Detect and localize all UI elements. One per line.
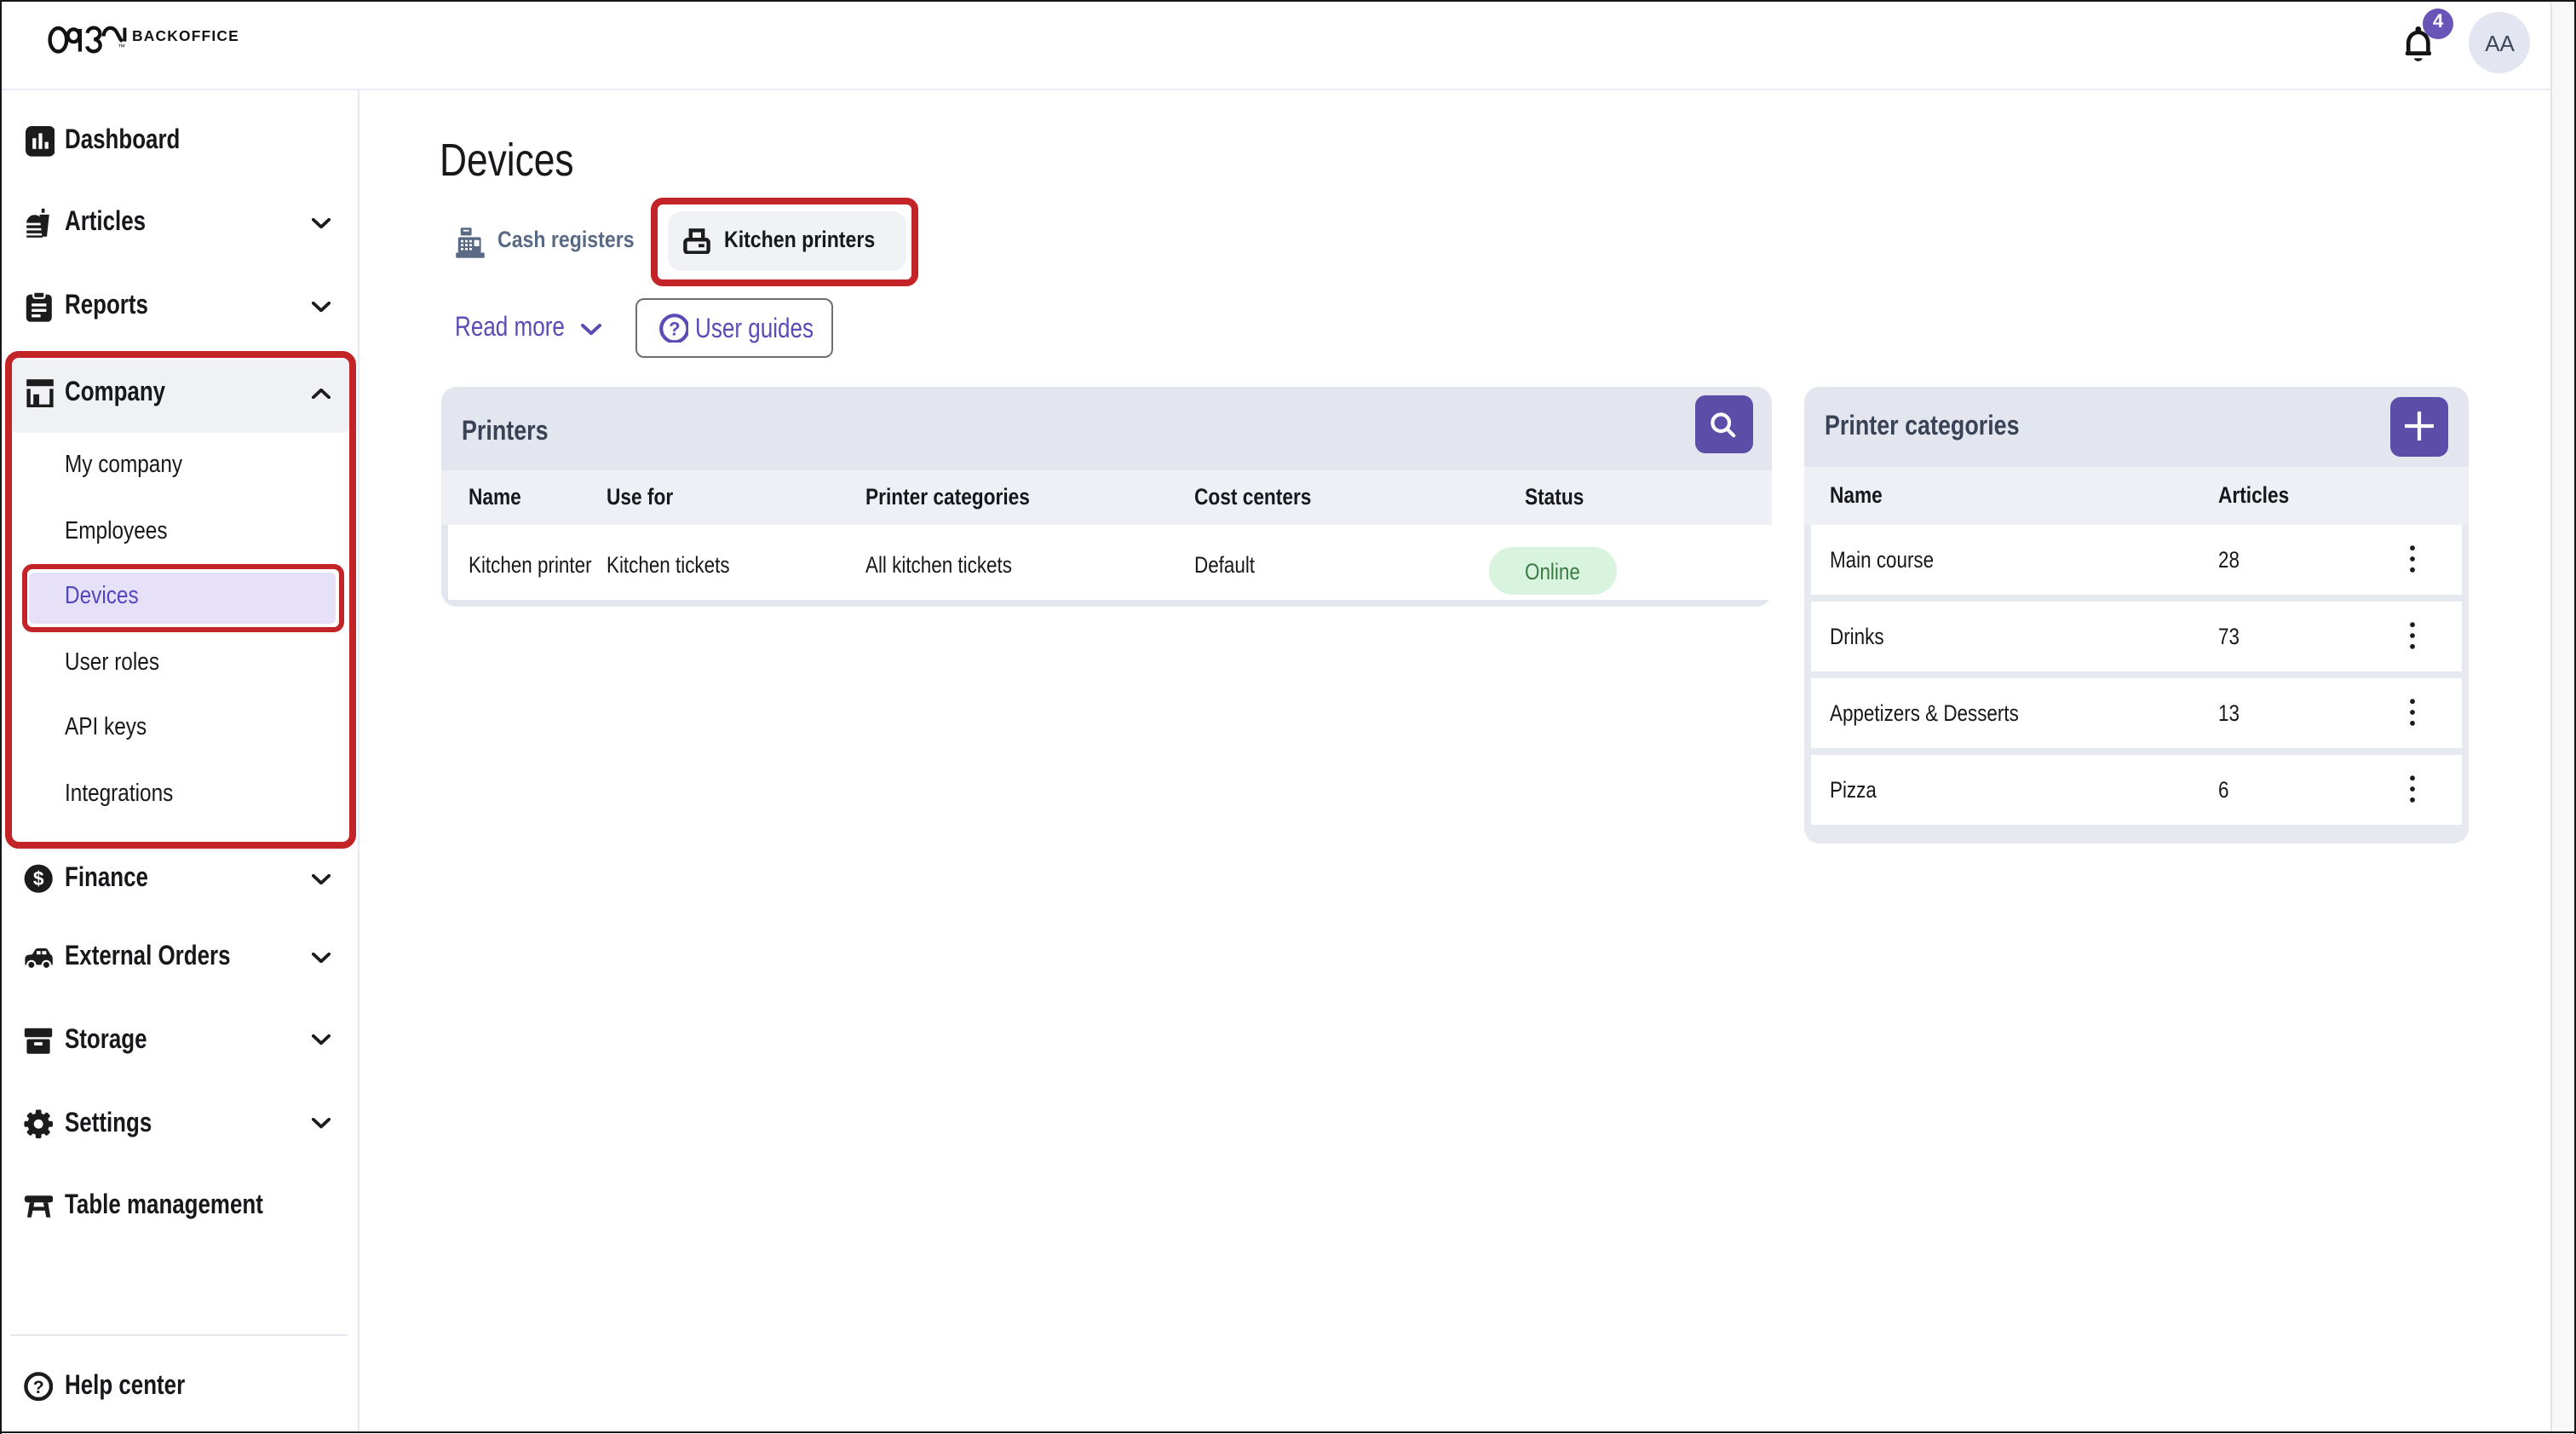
- svg-text:$: $: [32, 868, 43, 890]
- svg-text:?: ?: [668, 318, 679, 339]
- svg-text:?: ?: [32, 1378, 43, 1397]
